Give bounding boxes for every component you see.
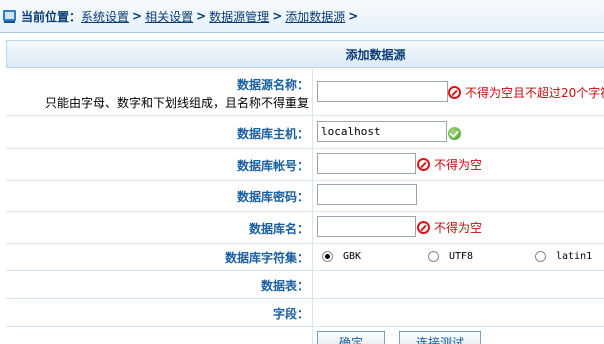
db-host-label: 数据库主机： — [236, 127, 309, 141]
row-db-host: 数据库主机： — [6, 116, 604, 149]
db-account-error: 不得为空 — [417, 156, 482, 173]
column-divider — [312, 271, 313, 298]
row-datasource-name: 数据源名称： 只能由字母、数字和下划线组成，且名称不得重复 不得为空且不超过20… — [6, 69, 604, 116]
charset-label-gbk: GBK — [343, 251, 362, 262]
charset-radio-utf8[interactable] — [428, 251, 439, 262]
column-divider — [312, 327, 313, 344]
home-icon — [2, 8, 18, 24]
db-host-input[interactable] — [317, 121, 447, 142]
column-divider — [312, 69, 313, 115]
error-icon — [448, 86, 461, 99]
column-divider — [312, 299, 313, 326]
breadcrumb-separator-icon: > — [348, 9, 359, 23]
row-buttons: 确定 连接测试 — [6, 327, 604, 344]
column-divider — [312, 244, 313, 270]
datasource-name-error: 不得为空且不超过20个字符 — [448, 84, 604, 101]
charset-radio-gbk[interactable] — [322, 251, 333, 262]
breadcrumb: 当前位置： 系统设置 > 相关设置 > 数据源管理 > 添加数据源 > — [0, 0, 604, 33]
datasource-name-label: 数据源名称： — [236, 78, 309, 92]
row-fields: 字段： — [6, 299, 604, 327]
db-account-label: 数据库帐号： — [236, 159, 309, 173]
column-divider — [312, 181, 313, 211]
breadcrumb-separator-icon: > — [132, 9, 143, 23]
db-password-input[interactable] — [317, 184, 417, 205]
charset-radio-latin1[interactable] — [535, 251, 546, 262]
charset-option-latin1[interactable]: latin1 — [535, 251, 592, 262]
db-account-input[interactable] — [317, 153, 416, 174]
db-password-label: 数据库密码： — [236, 190, 309, 204]
charset-label-utf8: UTF8 — [449, 251, 474, 262]
breadcrumb-prefix: 当前位置： — [21, 9, 82, 24]
db-name-error: 不得为空 — [417, 219, 482, 236]
db-account-error-text: 不得为空 — [434, 158, 483, 172]
row-data-table: 数据表： — [6, 271, 604, 299]
row-db-charset: 数据库字符集： GBK UTF8 latin1 — [6, 244, 604, 271]
success-check-icon — [448, 127, 461, 140]
db-name-input[interactable] — [317, 216, 416, 237]
breadcrumb-separator-icon: > — [272, 9, 283, 23]
db-name-error-text: 不得为空 — [434, 221, 483, 235]
column-divider — [312, 212, 313, 243]
error-icon — [417, 221, 430, 234]
connection-test-button[interactable]: 连接测试 — [399, 331, 481, 344]
charset-option-utf8[interactable]: UTF8 — [428, 251, 473, 262]
db-charset-label: 数据库字符集： — [224, 251, 309, 265]
error-icon — [417, 158, 430, 171]
breadcrumb-add-datasource[interactable]: 添加数据源 — [285, 8, 345, 25]
form-title-bar: 添加数据源 — [6, 40, 604, 68]
breadcrumb-related-settings[interactable]: 相关设置 — [145, 8, 193, 25]
column-divider — [312, 116, 313, 148]
breadcrumb-separator-icon: > — [196, 9, 207, 23]
confirm-button[interactable]: 确定 — [317, 331, 385, 344]
form-title: 添加数据源 — [345, 47, 406, 62]
data-table-label: 数据表： — [260, 279, 309, 293]
charset-label-latin1: latin1 — [556, 251, 593, 262]
column-divider — [312, 149, 313, 180]
row-db-password: 数据库密码： — [6, 181, 604, 212]
fields-label: 字段： — [272, 307, 309, 321]
row-db-account: 数据库帐号： 不得为空 — [6, 149, 604, 181]
datasource-name-input[interactable] — [317, 81, 448, 102]
breadcrumb-datasource-management[interactable]: 数据源管理 — [209, 8, 269, 25]
db-name-label: 数据库名： — [248, 222, 309, 236]
datasource-name-hint: 只能由字母、数字和下划线组成，且名称不得重复 — [44, 96, 309, 110]
charset-option-gbk[interactable]: GBK — [322, 251, 361, 262]
row-db-name: 数据库名： 不得为空 — [6, 212, 604, 244]
datasource-name-error-text: 不得为空且不超过20个字符 — [465, 86, 604, 100]
breadcrumb-system-settings[interactable]: 系统设置 — [81, 8, 129, 25]
